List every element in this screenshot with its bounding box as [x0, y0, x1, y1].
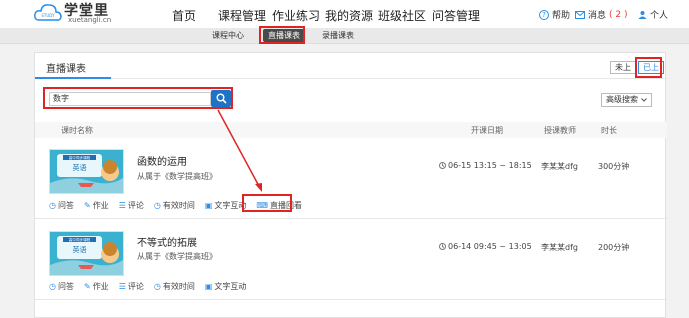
clock-icon: ◷ — [153, 201, 161, 210]
header-date: 开课日期 — [471, 126, 503, 135]
course-actions: ◷ 问答 ✎ 作业 ☰ 评论 ◷ 有效时间 ▣ 文字互动 — [49, 281, 246, 292]
action-homework[interactable]: ✎ 作业 — [84, 200, 109, 211]
list-icon: ☰ — [118, 282, 126, 291]
clock-icon — [439, 162, 446, 169]
search-icon — [216, 93, 227, 104]
messages-link[interactable]: 消息 ( 2 ) — [575, 8, 628, 21]
sub-navbar: 课程中心 直播课表 录播课表 — [0, 28, 689, 44]
course-title[interactable]: 函数的运用 — [137, 153, 187, 168]
search-button[interactable] — [211, 90, 231, 107]
clock-icon: ◷ — [153, 282, 161, 291]
course-teacher: 李某某dfg — [541, 243, 578, 252]
clock-icon: ◷ — [49, 201, 56, 210]
messages-label: 消息 — [588, 11, 607, 21]
help-link[interactable]: ? 帮助 — [539, 8, 570, 21]
course-duration: 200分钟 — [598, 243, 630, 252]
logo-badge-text: STUDY — [41, 13, 55, 18]
pencil-icon: ✎ — [83, 201, 91, 210]
action-text-interaction[interactable]: ▣ 文字互动 — [205, 200, 247, 211]
tab-not-started[interactable]: 未上 — [610, 61, 636, 74]
course-title[interactable]: 不等式的拓展 — [137, 234, 197, 249]
question-icon: ? — [539, 9, 549, 20]
messages-count: ( 2 ) — [609, 9, 628, 20]
image-icon: ▣ — [204, 282, 213, 291]
panel-title-underline — [35, 77, 111, 79]
course-duration: 300分钟 — [598, 162, 630, 171]
search-input[interactable]: 数字 — [49, 92, 211, 106]
logo-subtitle: xuetangli.cn — [68, 16, 112, 24]
course-time: 06-15 13:15 ~ 18:15 — [439, 161, 532, 170]
table-header: 课时名称 开课日期 授课教师 时长 — [35, 122, 667, 138]
panel-divider — [35, 78, 667, 79]
live-schedule-panel: 直播课表 未上 已上 数字 高级搜索 课时名称 开课日期 授课教师 时长 高中同… — [34, 52, 667, 318]
course-time-text: 06-14 09:45 ~ 13:05 — [448, 242, 532, 251]
profile-link[interactable]: 个人 — [638, 8, 668, 21]
help-label: 帮助 — [552, 11, 571, 21]
nav-course-management[interactable]: 课程管理 — [218, 7, 267, 31]
header-duration: 时长 — [601, 126, 617, 135]
pencil-icon: ✎ — [83, 282, 91, 291]
course-time-text: 06-15 13:15 ~ 18:15 — [448, 161, 532, 170]
chevron-down-icon — [641, 98, 647, 102]
thumb-tag-text: 高中同步课程 — [69, 237, 91, 242]
nav-my-resources[interactable]: 我的资源 — [325, 7, 373, 24]
top-navbar: STUDY 学堂里 xuetangli.cn 首页 课程管理 作业练习 我的资源… — [0, 0, 689, 31]
action-qa[interactable]: ◷ 问答 — [49, 281, 74, 292]
course-belong: 从属于《数学提高班》 — [137, 252, 217, 261]
advanced-search-label: 高级搜索 — [606, 95, 638, 104]
action-text-interaction[interactable]: ▣ 文字互动 — [205, 281, 247, 292]
course-time: 06-14 09:45 ~ 13:05 — [439, 242, 532, 251]
course-thumbnail[interactable]: 高中同步课程 英语 — [49, 149, 124, 194]
thumb-tag-text: 高中同步课程 — [69, 155, 91, 160]
subnav-recorded-schedule[interactable]: 录播课表 — [322, 30, 354, 41]
highlight-box-live-replay — [242, 194, 292, 212]
action-comment[interactable]: ☰ 评论 — [119, 200, 144, 211]
image-icon: ▣ — [204, 201, 213, 210]
nav-qa-management[interactable]: 问答管理 — [432, 7, 480, 24]
action-valid-time[interactable]: ◷ 有效时间 — [154, 281, 195, 292]
table-row: 高中同步课程 英语 不等式的拓展 从属于《数学提高班》 06-14 09:45 … — [35, 220, 667, 300]
clock-icon: ◷ — [49, 282, 56, 291]
header-name: 课时名称 — [61, 126, 93, 135]
course-thumbnail[interactable]: 高中同步课程 英语 — [49, 231, 124, 276]
highlight-box-live-schedule — [259, 26, 305, 44]
advanced-search-button[interactable]: 高级搜索 — [601, 93, 652, 107]
clock-icon — [439, 243, 446, 250]
action-comment[interactable]: ☰ 评论 — [119, 281, 144, 292]
nav-class-community[interactable]: 班级社区 — [378, 7, 426, 24]
thumb-subject-text: 英语 — [73, 245, 87, 254]
course-belong: 从属于《数学提高班》 — [137, 172, 217, 181]
nav-home[interactable]: 首页 — [172, 7, 196, 24]
nav-homework[interactable]: 作业练习 — [272, 7, 320, 24]
subnav-course-center[interactable]: 课程中心 — [212, 30, 244, 41]
thumb-subject-text: 英语 — [73, 163, 87, 172]
action-homework[interactable]: ✎ 作业 — [84, 281, 109, 292]
highlight-box-finished — [635, 57, 662, 78]
search-highlight-box: 数字 — [43, 87, 233, 109]
list-icon: ☰ — [118, 201, 126, 210]
action-qa[interactable]: ◷ 问答 — [49, 200, 74, 211]
table-row: 高中同步课程 英语 函数的运用 从属于《数学提高班》 06-15 13:15 ~… — [35, 139, 667, 219]
cloud-logo-icon: STUDY — [34, 4, 62, 21]
panel-title: 直播课表 — [46, 64, 86, 75]
course-teacher: 李某某dfg — [541, 162, 578, 171]
logo[interactable]: STUDY 学堂里 xuetangli.cn — [34, 2, 134, 26]
mail-icon — [575, 10, 585, 19]
profile-label: 个人 — [650, 11, 669, 21]
header-teacher: 授课教师 — [544, 126, 576, 135]
user-icon — [638, 11, 647, 19]
action-valid-time[interactable]: ◷ 有效时间 — [154, 200, 195, 211]
